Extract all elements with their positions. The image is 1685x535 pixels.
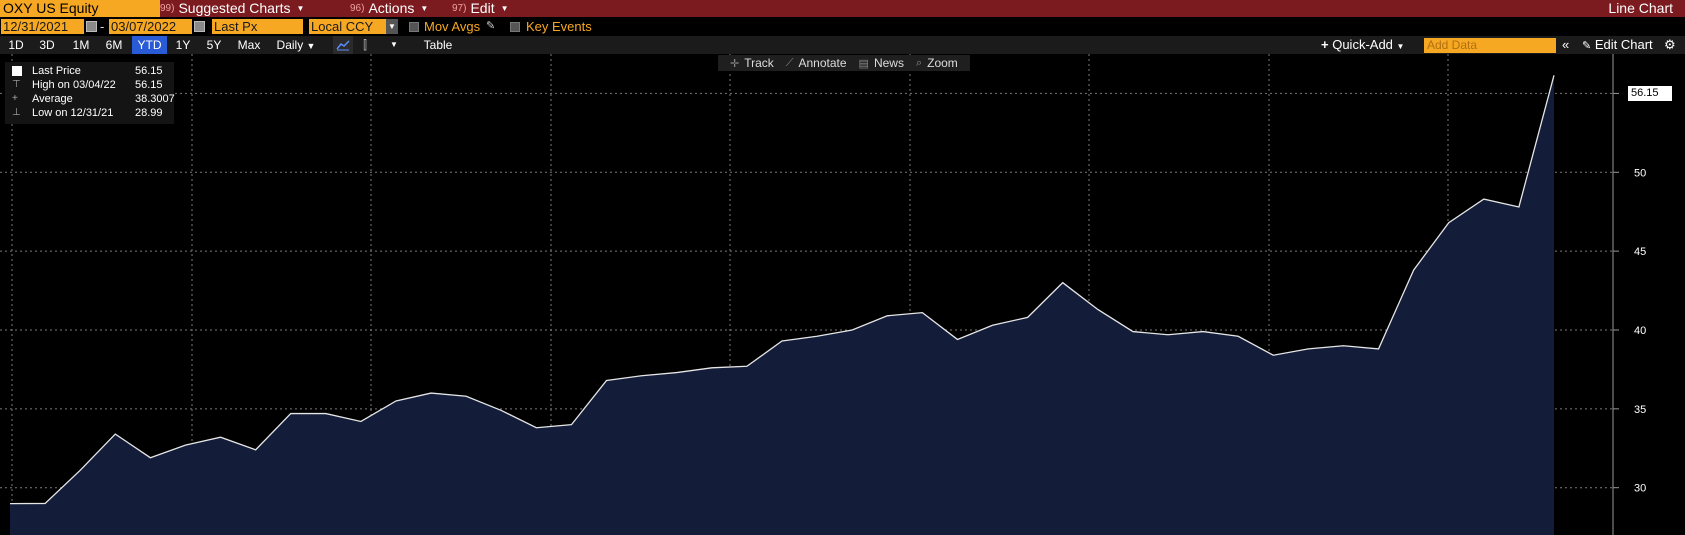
magnifier-icon: ⌕: [915, 56, 923, 69]
range-1d[interactable]: 1D: [2, 36, 30, 54]
zoom-tool[interactable]: ⌕ Zoom: [916, 56, 958, 70]
line-chart-icon[interactable]: [333, 36, 353, 54]
legend-value: 56.15: [135, 79, 163, 91]
menu-label: Suggested Charts: [178, 0, 291, 16]
crosshair-icon: ✛: [730, 57, 740, 70]
actions-menu[interactable]: 96) Actions ▼: [350, 0, 428, 17]
range-max[interactable]: Max: [234, 36, 264, 54]
annotate-tool[interactable]: ⟋ Annotate: [786, 56, 847, 70]
add-data-input[interactable]: Add Data: [1424, 38, 1556, 53]
pencil-icon: ✎: [1582, 40, 1592, 52]
edit-chart-button[interactable]: ✎ Edit Chart: [1582, 36, 1653, 54]
mov-avgs-checkbox[interactable]: [409, 22, 419, 32]
y-tick-label: 35: [1634, 404, 1646, 416]
edit-chart-label: Edit Chart: [1594, 37, 1653, 52]
annotate-label: Annotate: [798, 56, 847, 70]
legend-row: Last Price 56.15: [5, 64, 174, 78]
title-bar: OXY US Equity 99) Suggested Charts ▼ 96)…: [0, 0, 1685, 17]
legend-label: High on 03/04/22: [32, 79, 116, 91]
menu-number: 97): [452, 3, 467, 14]
page-title: Line Chart: [1608, 0, 1673, 16]
legend-value: 56.15: [135, 65, 163, 77]
currency-selector[interactable]: Local CCY: [309, 19, 386, 34]
legend-label: Last Price: [32, 65, 81, 77]
range-3d[interactable]: 3D: [33, 36, 61, 54]
chevron-down-icon[interactable]: ▼: [388, 36, 400, 54]
caret-down-icon: ▼: [500, 4, 509, 13]
track-label: Track: [744, 56, 774, 70]
pencil-icon[interactable]: ✎: [486, 19, 495, 34]
y-tick-label: 50: [1634, 167, 1646, 179]
calendar-icon[interactable]: [86, 21, 97, 32]
news-label: News: [873, 56, 904, 70]
y-tick-label: 40: [1634, 325, 1646, 337]
legend-row: ⊤ High on 03/04/22 56.15: [5, 78, 174, 92]
range-1y[interactable]: 1Y: [171, 36, 195, 54]
price-area: [10, 75, 1554, 535]
legend-row: + Average 38.3007: [5, 92, 175, 106]
frequency-selector[interactable]: Daily ▼: [271, 36, 321, 54]
news-icon: ▤: [858, 57, 869, 70]
chart-tools: ✛ Track ⟋ Annotate ▤ News ⌕ Zoom: [718, 55, 970, 71]
legend-label: Average: [32, 93, 73, 105]
edit-menu[interactable]: 97) Edit ▼: [452, 0, 509, 17]
key-events-label: Key Events: [526, 19, 592, 34]
table-button[interactable]: Table: [418, 36, 458, 54]
caret-down-icon: ▼: [420, 4, 429, 13]
chevron-down-icon[interactable]: ▼: [386, 19, 398, 34]
caret-down-icon: ▼: [1396, 42, 1405, 51]
key-events-checkbox[interactable]: [510, 22, 520, 32]
legend-value: 38.3007: [135, 93, 175, 105]
track-tool[interactable]: ✛ Track: [730, 56, 774, 70]
y-tick-label: 45: [1634, 246, 1646, 258]
quick-add-button[interactable]: + Quick-Add ▼: [1321, 36, 1404, 54]
mov-avgs-label: Mov Avgs: [424, 19, 481, 34]
suggested-charts-menu[interactable]: 99) Suggested Charts ▼: [160, 0, 304, 17]
start-date-field[interactable]: 12/31/2021: [1, 19, 84, 34]
pencil-icon: ⟋: [785, 56, 794, 69]
calendar-icon[interactable]: [194, 21, 205, 32]
chart-settings-bar: 12/31/2021 - 03/07/2022 Last Px Local CC…: [0, 17, 1685, 36]
range-6m[interactable]: 6M: [100, 36, 128, 54]
range-ytd[interactable]: YTD: [132, 36, 167, 54]
price-chart[interactable]: 303540455055: [0, 54, 1685, 535]
menu-number: 96): [350, 3, 365, 14]
y-axis: 303540455055: [1613, 88, 1646, 495]
average-icon: +: [12, 93, 18, 104]
collapse-icon[interactable]: «: [1562, 36, 1569, 54]
news-tool[interactable]: ▤ News: [859, 56, 904, 70]
toolbar: 1D 3D 1M 6M YTD 1Y 5Y Max Daily ▼ ⫿ ▼ Ta…: [0, 36, 1685, 54]
legend-row: ⊥ Low on 12/31/21 28.99: [5, 106, 174, 120]
frequency-label: Daily: [276, 38, 304, 52]
caret-down-icon: ▼: [306, 41, 316, 51]
menu-label: Actions: [368, 0, 415, 16]
caret-down-icon: ▼: [296, 4, 305, 13]
last-price-label: 56.15: [1628, 86, 1672, 101]
y-tick-label: 30: [1634, 483, 1646, 495]
quick-add-label: Quick-Add: [1332, 37, 1393, 52]
high-icon: ⊤: [12, 79, 21, 90]
date-separator: -: [100, 19, 105, 34]
legend-value: 28.99: [135, 107, 163, 119]
field-selector[interactable]: Last Px: [212, 19, 303, 34]
legend[interactable]: Last Price 56.15 ⊤ High on 03/04/22 56.1…: [5, 62, 175, 124]
gear-icon[interactable]: ⚙: [1664, 36, 1676, 54]
zoom-label: Zoom: [927, 56, 958, 70]
menu-label: Edit: [470, 0, 495, 16]
range-1m[interactable]: 1M: [66, 36, 96, 54]
range-5y[interactable]: 5Y: [201, 36, 227, 54]
ticker-field[interactable]: OXY US Equity: [0, 0, 160, 17]
candlestick-icon[interactable]: ⫿: [357, 36, 373, 54]
end-date-field[interactable]: 03/07/2022: [109, 19, 192, 34]
plus-icon: +: [1321, 37, 1329, 52]
low-icon: ⊥: [12, 107, 21, 118]
legend-label: Low on 12/31/21: [32, 107, 114, 119]
square-icon: [12, 66, 22, 76]
menu-number: 99): [160, 3, 175, 14]
